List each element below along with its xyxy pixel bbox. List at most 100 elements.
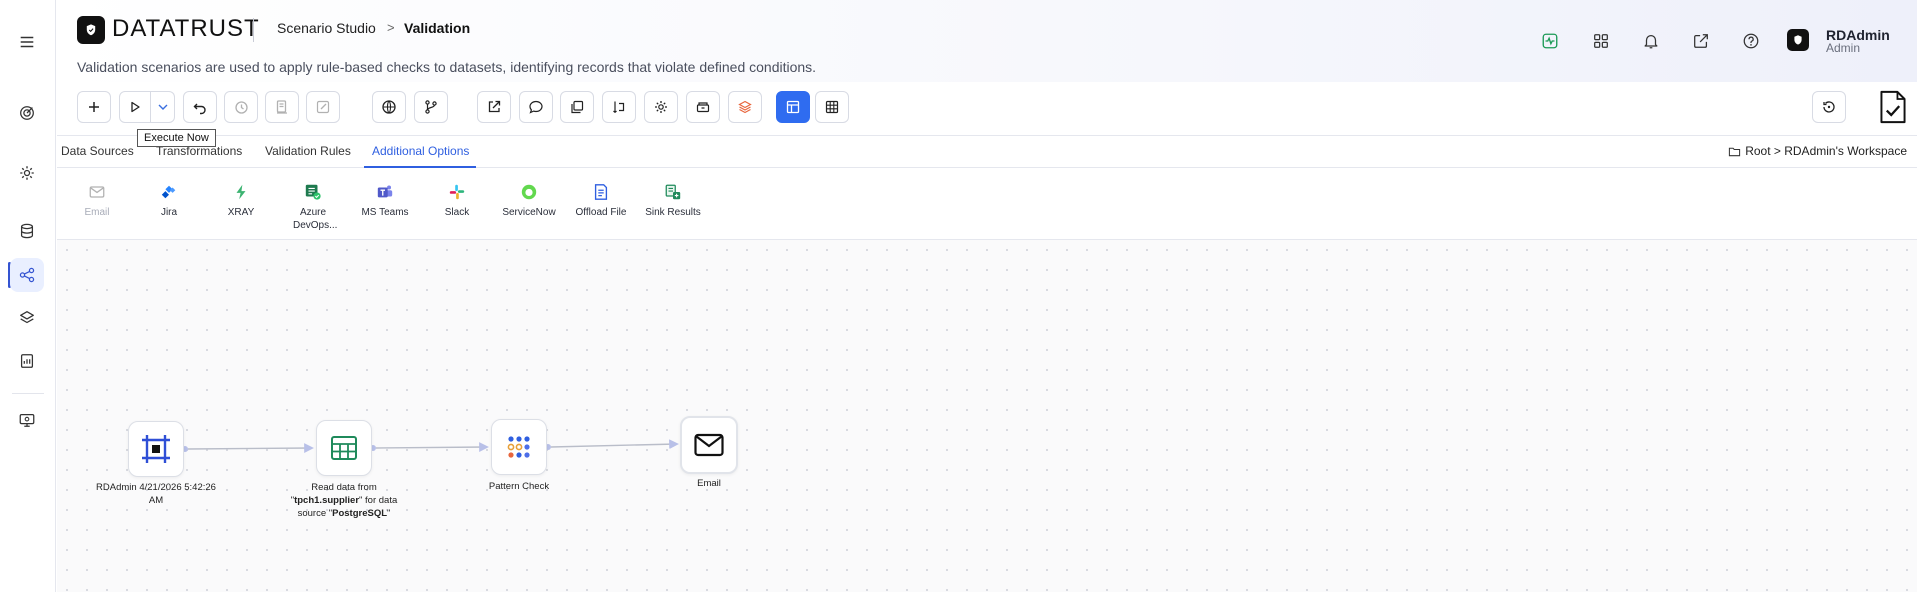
palette-jira[interactable]: Jira bbox=[133, 182, 205, 219]
node-label-start: RDAdmin 4/21/2026 5:42:26 AM bbox=[96, 482, 216, 506]
open-external-button[interactable] bbox=[477, 91, 511, 123]
workspace-breadcrumb[interactable]: Root > RDAdmin's Workspace bbox=[1728, 144, 1907, 158]
palette-label: Jira bbox=[160, 207, 178, 218]
database-icon[interactable] bbox=[10, 214, 44, 248]
edge-start-to-source bbox=[182, 443, 314, 453]
jira-icon bbox=[159, 182, 179, 202]
palette-sink-results[interactable]: Sink Results bbox=[637, 182, 709, 219]
archive-button[interactable] bbox=[686, 91, 720, 123]
apps-grid-icon[interactable] bbox=[1590, 30, 1612, 52]
slack-icon bbox=[447, 182, 467, 202]
page-description: Validation scenarios are used to apply r… bbox=[77, 59, 817, 75]
palette-label: Slack bbox=[444, 207, 470, 218]
palette-label: Sink Results bbox=[645, 207, 701, 218]
node-label-data-source: Read data from "tpch1.supplier" for data… bbox=[279, 481, 409, 520]
tab-validation-rules[interactable]: Validation Rules bbox=[265, 144, 351, 158]
restore-history-button[interactable] bbox=[1812, 91, 1846, 123]
table-view-button[interactable] bbox=[815, 91, 849, 123]
flow-node-start[interactable] bbox=[128, 421, 184, 477]
user-role: Admin bbox=[1826, 41, 1861, 55]
palette-email[interactable]: Email bbox=[61, 182, 133, 219]
edit-button[interactable] bbox=[306, 91, 340, 123]
validation-document-icon[interactable] bbox=[1875, 87, 1911, 127]
scenario-flow-icon[interactable] bbox=[10, 258, 44, 292]
azure-devops-icon bbox=[303, 182, 323, 202]
flow-node-data-source[interactable] bbox=[316, 420, 372, 476]
node-label-email: Email bbox=[697, 478, 721, 489]
palette-xray[interactable]: XRAY bbox=[205, 182, 277, 219]
palette-label: ServiceNow bbox=[502, 207, 556, 218]
execute-options-dropdown[interactable] bbox=[151, 91, 175, 123]
scenario-toolbar bbox=[57, 82, 1917, 136]
palette-label: XRAY bbox=[227, 207, 255, 218]
undo-button[interactable] bbox=[183, 91, 217, 123]
branch-button[interactable] bbox=[414, 91, 448, 123]
add-button[interactable] bbox=[77, 91, 111, 123]
notification-palette: Email Jira XRAY Azure DevOps... MS Teams… bbox=[57, 168, 1917, 240]
left-nav-rail bbox=[0, 0, 56, 592]
breadcrumb-scenario-studio[interactable]: Scenario Studio bbox=[277, 20, 376, 36]
ms-teams-icon bbox=[375, 182, 395, 202]
comment-button[interactable] bbox=[519, 91, 553, 123]
xray-bolt-icon bbox=[231, 182, 251, 202]
email-envelope-icon bbox=[694, 433, 724, 457]
execute-now-button[interactable] bbox=[119, 91, 151, 123]
offload-file-icon bbox=[591, 182, 611, 202]
pattern-dots-icon bbox=[507, 436, 530, 458]
activity-icon[interactable] bbox=[1539, 30, 1561, 52]
palette-label: Email bbox=[84, 207, 110, 218]
breadcrumb-separator: > bbox=[387, 20, 395, 35]
flow-node-email[interactable] bbox=[680, 416, 738, 474]
palette-ms-teams[interactable]: MS Teams bbox=[349, 182, 421, 219]
user-avatar-icon[interactable] bbox=[1787, 29, 1809, 51]
target-icon[interactable] bbox=[10, 96, 44, 130]
edge-rule-to-notify bbox=[545, 439, 679, 450]
logo-shield-icon bbox=[77, 16, 105, 44]
servicenow-icon bbox=[519, 182, 539, 202]
palette-azure-devops[interactable]: Azure DevOps... bbox=[277, 182, 349, 232]
sink-results-icon bbox=[663, 182, 683, 202]
scenario-tabs: Data Sources Transformations Validation … bbox=[57, 137, 1917, 168]
globe-button[interactable] bbox=[372, 91, 406, 123]
tab-additional-options[interactable]: Additional Options bbox=[372, 144, 469, 158]
email-icon bbox=[87, 182, 107, 202]
palette-offload-file[interactable]: Offload File bbox=[565, 182, 637, 219]
layers-icon[interactable] bbox=[10, 301, 44, 335]
palette-label: Offload File bbox=[575, 207, 627, 218]
copy-button[interactable] bbox=[560, 91, 594, 123]
app-header: DATATRUST Scenario Studio > Validation V… bbox=[57, 0, 1917, 82]
palette-slack[interactable]: Slack bbox=[421, 182, 493, 219]
flow-node-pattern-check[interactable] bbox=[491, 419, 547, 475]
stack-layers-button[interactable] bbox=[728, 91, 762, 123]
label-source-name: PostgreSQL bbox=[332, 508, 388, 519]
scenario-studio-page: DATATRUST Scenario Studio > Validation V… bbox=[0, 0, 1917, 592]
logo-text: DATATRUST bbox=[112, 15, 260, 42]
monitor-settings-icon[interactable] bbox=[10, 403, 44, 437]
frame-crop-icon bbox=[142, 435, 170, 463]
report-icon[interactable] bbox=[10, 344, 44, 378]
tab-data-sources[interactable]: Data Sources bbox=[61, 144, 134, 158]
node-label-pattern-check: Pattern Check bbox=[488, 481, 550, 492]
edge-source-to-rule bbox=[370, 442, 489, 452]
folder-icon bbox=[1729, 147, 1741, 156]
hamburger-menu-icon[interactable] bbox=[10, 25, 44, 59]
logo-divider bbox=[253, 18, 254, 42]
execute-now-tooltip: Execute Now bbox=[137, 129, 216, 147]
history-button[interactable] bbox=[224, 91, 258, 123]
bell-icon[interactable] bbox=[1640, 30, 1662, 52]
scenario-canvas[interactable]: RDAdmin 4/21/2026 5:42:26 AM Read data f… bbox=[57, 240, 1917, 592]
workspace-path: Root > RDAdmin's Workspace bbox=[1745, 144, 1907, 158]
layout-view-button[interactable] bbox=[776, 91, 810, 123]
palette-servicenow[interactable]: ServiceNow bbox=[493, 182, 565, 219]
label-text-post: " bbox=[387, 508, 391, 519]
palette-label: MS Teams bbox=[361, 207, 409, 218]
settings-gear-icon[interactable] bbox=[10, 156, 44, 190]
help-icon[interactable] bbox=[1740, 30, 1762, 52]
label-table-name: tpch1.supplier bbox=[294, 495, 360, 506]
external-link-icon[interactable] bbox=[1690, 30, 1712, 52]
flow-edges bbox=[182, 439, 679, 453]
document-audit-button[interactable] bbox=[265, 91, 299, 123]
gear-settings-button[interactable] bbox=[644, 91, 678, 123]
table-grid-icon bbox=[331, 436, 357, 460]
compare-button[interactable] bbox=[602, 91, 636, 123]
